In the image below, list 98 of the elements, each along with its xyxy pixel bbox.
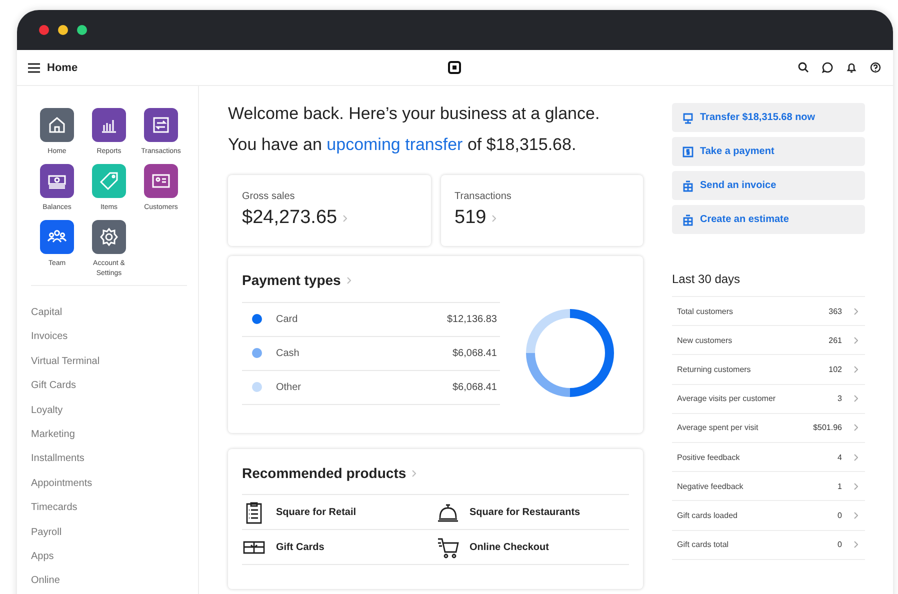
chevron-icon	[854, 366, 858, 373]
action-button[interactable]: Take a payment	[672, 137, 865, 166]
welcome-heading: Welcome back. Here’s your business at a glance.	[228, 104, 601, 124]
metric-label: New customers	[677, 336, 734, 345]
metric-value: 102	[828, 364, 842, 374]
help-icon[interactable]	[870, 62, 881, 73]
chevron-icon	[492, 214, 496, 222]
menu-icon[interactable]	[28, 62, 40, 72]
bell-icon[interactable]	[846, 62, 857, 73]
card-title[interactable]: Payment types	[242, 272, 341, 288]
app-tile-icon[interactable]	[92, 164, 126, 198]
action-button[interactable]: Transfer $18,315.68 now	[672, 103, 865, 132]
chevron-icon	[854, 336, 858, 344]
stat-value: $24,273.65	[242, 207, 338, 229]
app-tile-icon[interactable]	[40, 220, 74, 254]
stat-value: 519	[454, 207, 486, 229]
payment-amount: $6,068.41	[452, 348, 497, 358]
nav-item[interactable]: Virtual Terminal	[31, 354, 198, 369]
nav-item[interactable]: Payroll	[31, 526, 198, 540]
app-tile-icon[interactable]	[40, 108, 74, 142]
monitor-icon	[682, 112, 694, 124]
chevron-icon	[854, 395, 858, 402]
stat-card[interactable]: Gross sales $24,273.65	[228, 175, 430, 246]
payment-type-name: Other	[276, 382, 302, 392]
chevron-icon	[854, 482, 858, 490]
metric-row[interactable]: Average visits per customer 3	[672, 384, 865, 414]
transfer-sentence: You have an upcoming transfer of $18,315.68.	[228, 135, 578, 155]
product-link[interactable]: Square for Retail	[276, 506, 356, 518]
logo-icon[interactable]	[448, 61, 461, 74]
metric-label: Gift cards total	[677, 540, 730, 550]
payment-type-name: Cash	[276, 348, 300, 358]
chevron-icon	[854, 454, 858, 461]
app-tile-icon[interactable]	[144, 164, 178, 198]
metric-value: 261	[828, 336, 842, 345]
metric-label: Average visits per customer	[677, 394, 777, 404]
app-tile-icon[interactable]	[92, 108, 126, 142]
upcoming-transfer-link[interactable]: upcoming transfer	[326, 135, 463, 154]
nav-item[interactable]: Marketing	[31, 428, 198, 442]
metric-value: 1	[838, 482, 842, 491]
metric-row[interactable]: Negative feedback 1	[672, 472, 865, 502]
action-button[interactable]: Create an estimate	[672, 205, 865, 234]
nav-item[interactable]: Installments	[31, 452, 198, 466]
metric-label: Returning customers	[677, 364, 752, 374]
metric-row[interactable]: Gift cards loaded 0	[672, 501, 865, 530]
metric-label: Gift cards loaded	[677, 510, 738, 520]
close-dot[interactable]	[39, 25, 49, 35]
metric-label: Negative feedback	[677, 482, 744, 491]
app-tile-icon[interactable]	[92, 220, 126, 254]
product-link[interactable]: Square for Restaurants	[470, 506, 580, 518]
chevron-icon	[854, 512, 858, 519]
nav-item[interactable]: Timecards	[31, 501, 198, 516]
minimize-dot[interactable]	[58, 25, 68, 35]
metric-label: Average spent per visit	[677, 423, 760, 432]
metric-value: 363	[828, 306, 842, 316]
stat-card[interactable]: Transactions 519	[440, 175, 643, 246]
metric-label: Total customers	[677, 306, 734, 316]
chevron-icon	[854, 308, 858, 315]
metric-row[interactable]: Gift cards total 0	[672, 530, 865, 560]
chevron-icon	[854, 424, 858, 432]
page-title: Home	[47, 62, 78, 74]
metric-row[interactable]: Total customers 363	[672, 297, 865, 326]
nav-item[interactable]: Gift Cards	[31, 379, 198, 394]
nav-item[interactable]: Loyalty	[31, 404, 198, 418]
chevron-icon	[346, 276, 351, 284]
app-tile-icon[interactable]	[144, 108, 178, 142]
chat-icon[interactable]	[822, 62, 833, 73]
nav-item[interactable]: Online	[31, 574, 198, 588]
nav-item[interactable]: Capital	[31, 306, 198, 320]
payment-amount: $12,136.83	[446, 314, 497, 324]
nav-item[interactable]: Appointments	[31, 476, 198, 491]
product-link[interactable]: Gift Cards	[276, 542, 324, 552]
stat-label: Transactions	[454, 191, 512, 202]
metric-value: 0	[838, 540, 842, 550]
section-title: Last 30 days	[672, 272, 742, 286]
product-link[interactable]: Online Checkout	[470, 542, 549, 552]
metric-row[interactable]: Positive feedback 4	[672, 442, 865, 472]
metric-label: Positive feedback	[677, 452, 741, 462]
metric-row[interactable]: New customers 261	[672, 326, 865, 356]
card-title[interactable]: Recommended products	[242, 465, 406, 481]
app-tile-icon[interactable]	[40, 164, 74, 198]
action-button[interactable]: Send an invoice	[672, 171, 865, 200]
chevron-icon	[412, 470, 416, 476]
stat-label: Gross sales	[242, 191, 296, 202]
metric-value: 3	[838, 394, 842, 404]
chevron-icon	[854, 541, 858, 548]
metric-value: $501.96	[813, 423, 842, 432]
metric-row[interactable]: Average spent per visit $501.96	[672, 414, 865, 443]
payment-amount: $6,068.41	[452, 382, 497, 392]
payment-type-name: Card	[276, 314, 299, 324]
nav-item[interactable]: Apps	[31, 550, 198, 564]
metric-value: 0	[838, 510, 842, 520]
search-icon[interactable]	[798, 62, 809, 73]
metric-row[interactable]: Returning customers 102	[672, 355, 865, 385]
metric-value: 4	[838, 452, 842, 462]
maximize-dot[interactable]	[77, 25, 87, 35]
dollar-icon	[682, 146, 694, 158]
nav-item[interactable]: Invoices	[31, 330, 198, 344]
chevron-icon	[343, 214, 348, 222]
